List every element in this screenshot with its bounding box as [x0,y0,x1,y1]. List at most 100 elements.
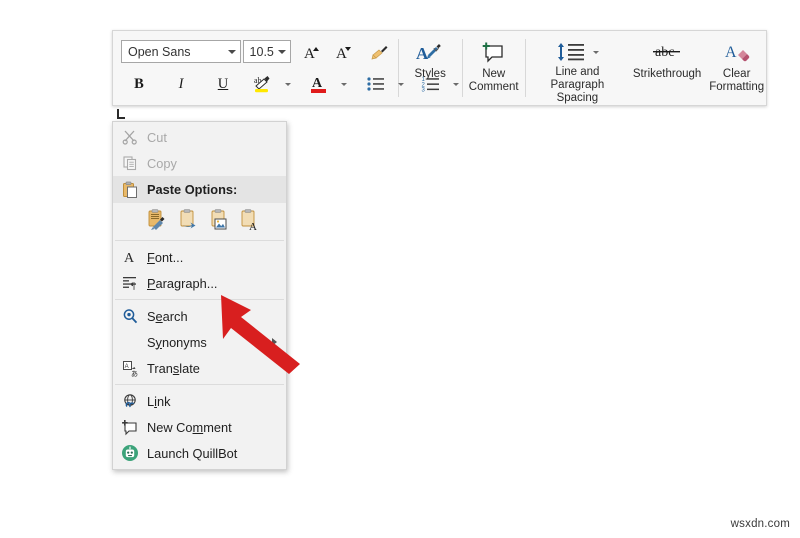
comment-icon [113,419,147,436]
svg-text:A: A [124,364,128,370]
strikethrough-button[interactable]: abc Strikethrough [627,31,707,105]
bullet-list-icon [367,77,384,91]
paste-keep-text-only-icon: A [241,209,257,231]
globe-link-icon [113,393,147,410]
font-color-button[interactable]: A [303,71,335,97]
copy-icon [113,155,147,171]
context-menu-item-synonyms[interactable]: Synonyms [113,329,286,355]
paintbrush-icon [371,45,388,59]
context-menu-separator-3 [115,384,284,385]
numbering-button[interactable]: 1 2 3 [415,71,447,97]
watermark-text: wsxdn.com [730,518,790,530]
context-menu-item-launch-quillbot[interactable]: Launch QuillBot [113,440,286,466]
new-comment-icon [482,42,503,63]
underline-label: U [217,75,229,92]
submenu-arrow-icon [272,338,277,346]
chevron-down-icon[interactable] [593,50,600,54]
translate-icon: A あ [113,360,147,377]
font-name-value: Open Sans [128,44,191,59]
scissors-icon [113,129,147,145]
new-comment-label-2: Comment [468,81,519,93]
context-menu-label-launch-quillbot: Launch QuillBot [147,445,238,461]
toolbar-row-2: B I U ab A 1 2 3 [113,67,459,101]
clipboard-icon [113,181,147,199]
line-paragraph-spacing-button[interactable]: Line and Paragraph Spacing [528,31,627,105]
context-menu-label-search: Search [147,308,188,324]
underline-button[interactable]: U [207,71,239,97]
strikethrough-glyph: abc [655,45,674,60]
context-menu-item-paragraph[interactable]: ¶ Paragraph... [113,270,286,296]
svg-text:¶: ¶ [131,281,135,291]
context-menu-item-translate[interactable]: A あ Translate [113,355,286,381]
bullets-button[interactable] [360,71,392,97]
paste-picture-button[interactable] [209,209,229,231]
new-comment-label-1: New [482,68,506,80]
clear-formatting-icon-wrap: A [723,40,751,66]
strikethrough-icon-wrap: abc [650,40,684,66]
mini-formatting-toolbar: Open Sans 10.5 A A B I U ab A 1 2 3 A St… [112,30,767,106]
clear-formatting-label-1: Clear [722,68,751,80]
clear-formatting-button[interactable]: A Clear Formatting [707,31,766,105]
increase-font-size-button[interactable]: A [297,39,329,65]
corner-mark-icon [117,109,125,119]
strikethrough-label: Strikethrough [632,68,702,80]
highlight-color-dropdown[interactable] [279,71,297,97]
paste-keep-source-formatting-button[interactable] [147,209,167,231]
text-highlight-color-button[interactable]: ab [247,71,279,97]
font-a-icon: A [113,249,147,265]
grow-font-icon: A [304,46,319,62]
highlighter-icon: ab [254,76,270,93]
context-menu-item-font[interactable]: A Font... [113,244,286,270]
svg-text:A: A [249,221,257,231]
toolbar-left-group: Open Sans 10.5 A A B I U ab A 1 2 3 [113,31,459,105]
line-spacing-icon [558,43,585,61]
font-color-dropdown[interactable] [335,71,353,97]
bullets-dropdown[interactable] [392,71,410,97]
clear-formatting-label-2: Formatting [709,81,765,93]
context-menu-item-cut[interactable]: Cut [113,124,286,150]
svg-text:3: 3 [422,88,426,94]
italic-label: I [178,75,184,92]
context-menu-label-paragraph: Paragraph... [147,275,218,291]
context-menu-separator-2 [115,299,284,300]
toolbar-row-1: Open Sans 10.5 A A [113,36,396,67]
paste-merge-formatting-icon [180,209,196,229]
format-painter-button[interactable] [364,39,396,65]
context-menu-item-link[interactable]: Link [113,388,286,414]
svg-text:あ: あ [131,370,138,377]
numbered-list-icon: 1 2 3 [422,77,439,94]
chevron-down-icon [453,82,459,86]
new-comment-button[interactable]: New Comment [464,31,523,105]
font-size-value: 10.5 [249,44,274,59]
paste-merge-formatting-button[interactable] [178,209,198,231]
new-comment-icon-wrap [481,40,507,66]
line-spacing-label-2: Spacing [556,92,599,104]
font-name-combobox[interactable]: Open Sans [121,40,241,63]
svg-text:A: A [416,44,429,63]
chevron-down-icon[interactable] [227,49,236,54]
decrease-font-size-button[interactable]: A [329,39,361,65]
context-menu-item-copy[interactable]: Copy [113,150,286,176]
context-menu-label-link: Link [147,393,171,409]
bold-button[interactable]: B [123,71,155,97]
paragraph-icon: ¶ [113,275,147,291]
paste-keep-text-only-button[interactable]: A [240,209,260,231]
italic-button[interactable]: I [165,71,197,97]
context-menu-item-paste-options: Paste Options: [113,176,286,203]
toolbar-separator-3 [525,39,526,97]
numbering-dropdown[interactable] [447,71,465,97]
svg-text:A: A [336,46,347,62]
paste-picture-icon [211,209,227,230]
styles-icon-wrap: A [415,40,445,66]
quillbot-icon [113,444,147,462]
paste-keep-source-formatting-icon [148,209,165,230]
chevron-down-icon[interactable] [278,49,286,54]
font-size-combobox[interactable]: 10.5 [242,40,291,63]
svg-text:A: A [304,46,315,62]
bold-label: B [134,75,144,92]
chevron-down-icon [285,82,291,86]
font-color-icon: A [311,76,326,93]
context-menu-label-copy: Copy [147,155,177,171]
context-menu-item-new-comment[interactable]: New Comment [113,414,286,440]
context-menu-item-search[interactable]: Search [113,303,286,329]
